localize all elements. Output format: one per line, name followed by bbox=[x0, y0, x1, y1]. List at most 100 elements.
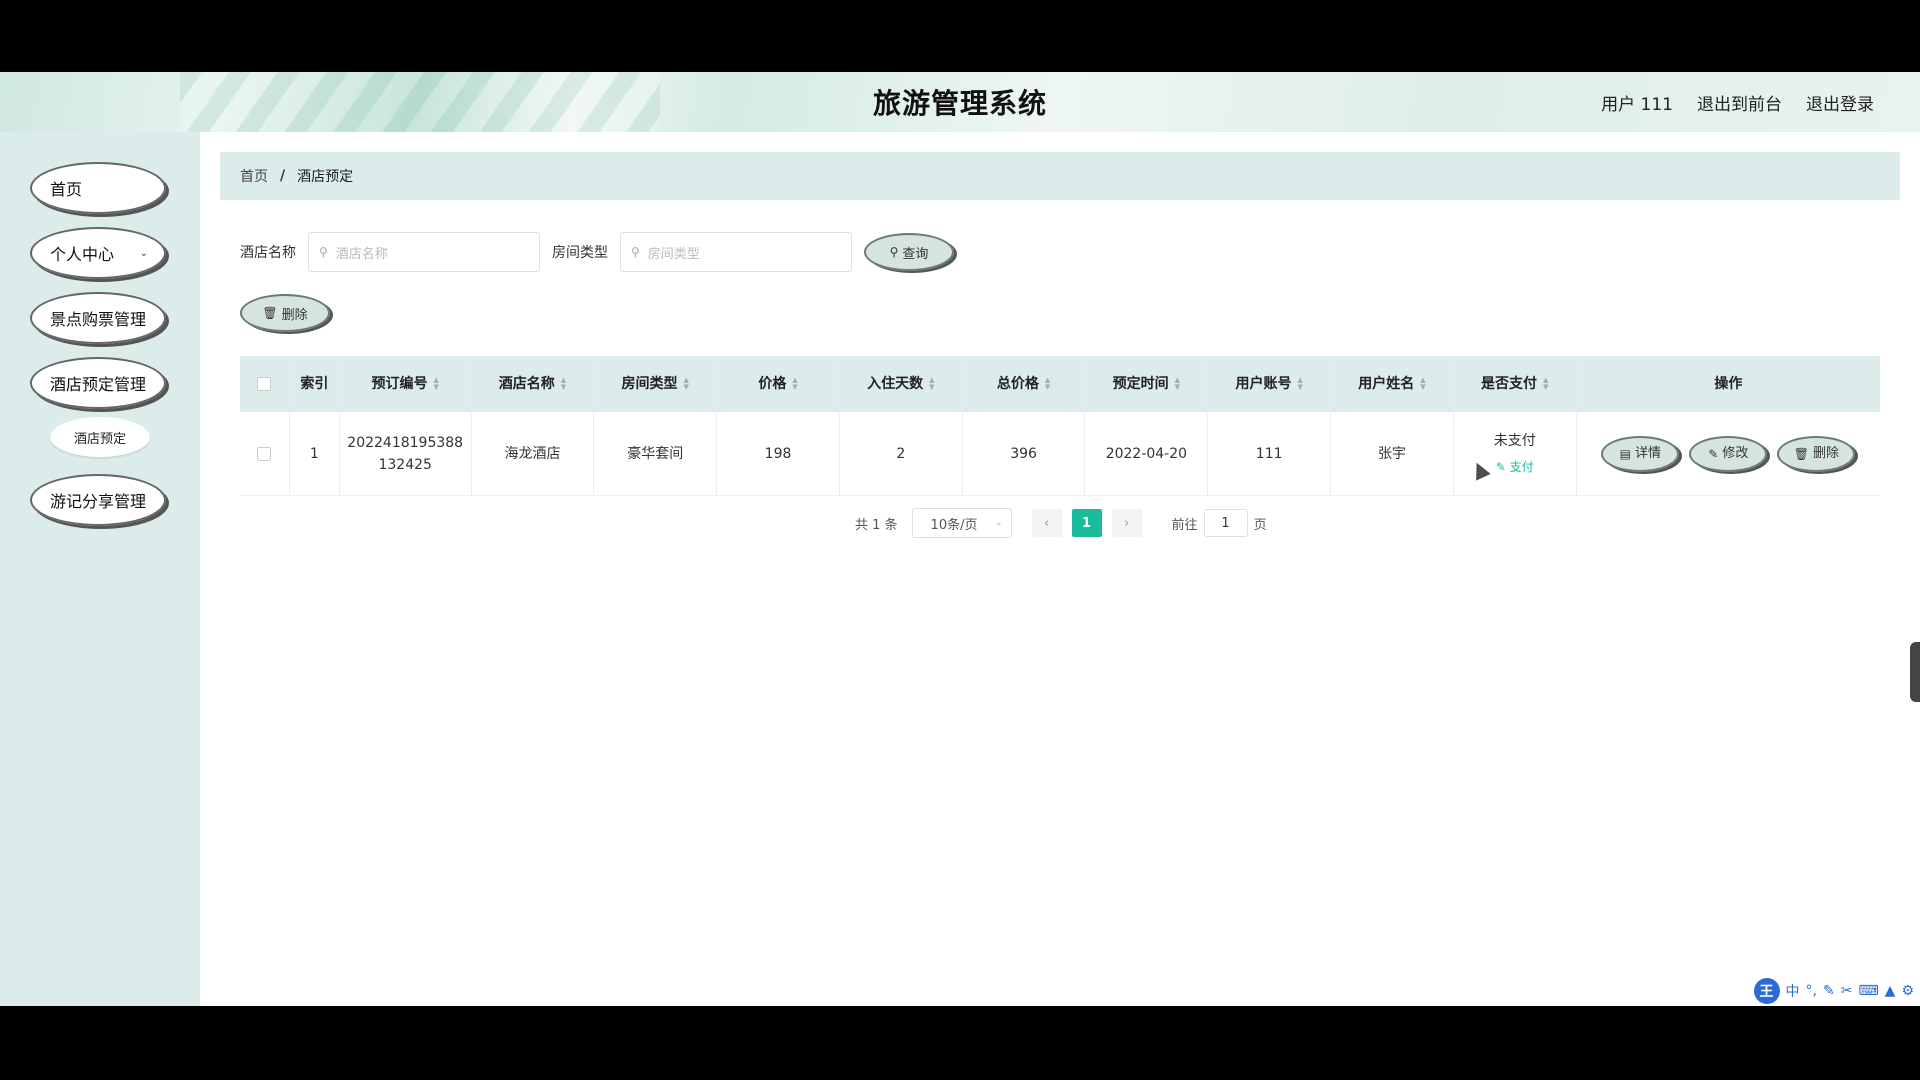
top-header: 旅游管理系统 用户 111 退出到前台 退出登录 bbox=[0, 72, 1920, 132]
sidebar-item-tickets[interactable]: 景点购票管理 bbox=[30, 292, 166, 344]
sidebar-item-label: 景点购票管理 bbox=[50, 310, 147, 329]
paid-status: 未支付 bbox=[1493, 432, 1536, 449]
header-label: 价格 bbox=[758, 376, 787, 392]
gear-icon[interactable]: ⚙ bbox=[1901, 983, 1914, 999]
sort-icon[interactable]: ▲ ▼ bbox=[1420, 377, 1425, 391]
pencil-icon: ✎ bbox=[1708, 446, 1719, 461]
breadcrumb: 首页 / 酒店预定 bbox=[220, 152, 1900, 200]
page-unit-label: 页 bbox=[1253, 517, 1267, 533]
header-label: 索引 bbox=[300, 376, 329, 392]
row-checkbox[interactable] bbox=[257, 446, 272, 461]
sidebar-item-label: 首页 bbox=[50, 180, 83, 199]
row-select bbox=[240, 412, 290, 495]
letterbox-top bbox=[0, 0, 1920, 72]
sort-icon[interactable]: ▲ ▼ bbox=[684, 377, 689, 391]
sidebar-subitem-hotel-booking[interactable]: 酒店预定 bbox=[50, 417, 150, 457]
detail-button[interactable]: ▤ 详情 bbox=[1601, 435, 1680, 472]
query-button[interactable]: ⚲ 查询 bbox=[864, 233, 954, 271]
search-icon: ⚲ bbox=[631, 245, 640, 259]
header-actions: 操作 bbox=[1577, 356, 1880, 412]
header-username[interactable]: 用户姓名 ▲ ▼ bbox=[1331, 356, 1454, 412]
breadcrumb-home[interactable]: 首页 bbox=[240, 166, 268, 186]
search-icon: ⚲ bbox=[889, 245, 899, 259]
sort-icon[interactable]: ▲ ▼ bbox=[929, 377, 934, 391]
header-label: 入住天数 bbox=[867, 376, 924, 392]
row-delete-button[interactable]: 🗑 删除 bbox=[1777, 435, 1856, 472]
document-icon: ▤ bbox=[1619, 446, 1631, 461]
edit-button[interactable]: ✎ 修改 bbox=[1689, 435, 1768, 472]
search-icon: ⚲ bbox=[319, 245, 328, 259]
header-index: 索引 bbox=[290, 356, 340, 412]
row-delete-label: 删除 bbox=[1812, 445, 1839, 461]
prev-page-button[interactable]: ‹ bbox=[1031, 509, 1062, 537]
sort-icon[interactable]: ▲ ▼ bbox=[434, 377, 439, 391]
table-header: 索引 预订编号 ▲ ▼ 酒店名称 ▲ ▼ 房间类型 ▲ ▼ 价格 ▲ ▼ 入住天数 ▲ ▼ 总价格 ▲… bbox=[240, 356, 1880, 412]
sidebar-item-travelogue[interactable]: 游记分享管理 bbox=[30, 474, 166, 526]
punctuation-icon[interactable]: °, bbox=[1806, 983, 1817, 999]
sort-icon[interactable]: ▲ ▼ bbox=[1297, 377, 1302, 391]
header-paid[interactable]: 是否支付 ▲ ▼ bbox=[1454, 356, 1577, 412]
sort-icon[interactable]: ▲ ▼ bbox=[1045, 377, 1050, 391]
header-room[interactable]: 房间类型 ▲ ▼ bbox=[594, 356, 718, 412]
header-actions: 用户 111 退出到前台 退出登录 bbox=[1601, 90, 1874, 115]
sidebar-item-home[interactable]: 首页 bbox=[30, 162, 166, 214]
pen-icon[interactable]: ✎ bbox=[1823, 983, 1835, 999]
sidebar-item-label: 游记分享管理 bbox=[50, 492, 147, 511]
sidebar-item-profile[interactable]: 个人中心 ⌄ bbox=[30, 227, 166, 279]
header-total[interactable]: 总价格 ▲ ▼ bbox=[963, 356, 1086, 412]
ime-logo-icon[interactable]: 王 bbox=[1753, 978, 1780, 1004]
detail-label: 详情 bbox=[1634, 445, 1661, 461]
bulk-delete-button[interactable]: 🗑 删除 bbox=[240, 294, 330, 332]
keyboard-icon[interactable]: ⌨ bbox=[1858, 983, 1878, 999]
chevron-right-icon: › bbox=[1123, 515, 1130, 531]
edit-label: 修改 bbox=[1722, 445, 1749, 461]
sort-icon[interactable]: ▲ ▼ bbox=[1543, 377, 1548, 391]
cell-paid: 未支付 ✎ 支付 bbox=[1454, 412, 1577, 495]
header-account[interactable]: 用户账号 ▲ ▼ bbox=[1208, 356, 1332, 412]
table-row: 1 2022418195388 132425 海龙酒店 豪华套间 198 2 3… bbox=[240, 412, 1880, 496]
next-page-button[interactable]: › bbox=[1111, 509, 1142, 537]
header-hotel[interactable]: 酒店名称 ▲ ▼ bbox=[472, 356, 595, 412]
cell-days: 2 bbox=[840, 412, 963, 495]
goto-page-input[interactable]: 1 bbox=[1203, 509, 1248, 537]
header-date[interactable]: 预定时间 ▲ ▼ bbox=[1085, 356, 1209, 412]
ime-lang-toggle[interactable]: 中 bbox=[1786, 981, 1800, 1001]
header-label: 房间类型 bbox=[621, 376, 678, 392]
goto-label: 前往 bbox=[1171, 517, 1198, 533]
shirt-icon[interactable]: ▲ bbox=[1885, 983, 1896, 999]
hotel-name-placeholder: 酒店名称 bbox=[335, 246, 388, 262]
scissors-icon[interactable]: ✂ bbox=[1841, 983, 1853, 999]
header-select-all bbox=[240, 356, 290, 412]
cell-date: 2022-04-20 bbox=[1085, 412, 1209, 495]
logout-link[interactable]: 退出登录 bbox=[1806, 90, 1874, 115]
header-price[interactable]: 价格 ▲ ▼ bbox=[717, 356, 840, 412]
hotel-name-input[interactable]: ⚲ 酒店名称 bbox=[308, 232, 540, 272]
sidebar-item-label: 酒店预定管理 bbox=[50, 375, 147, 394]
header-label: 预订编号 bbox=[371, 376, 428, 392]
cell-account: 111 bbox=[1208, 412, 1332, 495]
room-type-input[interactable]: ⚲ 房间类型 bbox=[620, 232, 852, 272]
chevron-down-icon: ⌄ bbox=[139, 247, 148, 259]
select-all-checkbox[interactable] bbox=[257, 377, 272, 391]
hotel-name-label: 酒店名称 bbox=[240, 245, 296, 261]
sidebar-item-hotel[interactable]: 酒店预定管理 bbox=[30, 357, 166, 409]
side-drawer-handle[interactable] bbox=[1910, 642, 1920, 702]
sort-icon[interactable]: ▲ ▼ bbox=[792, 377, 797, 391]
page-number-current[interactable]: 1 bbox=[1071, 509, 1102, 537]
to-front-link[interactable]: 退出到前台 bbox=[1697, 90, 1782, 115]
header-label: 操作 bbox=[1714, 376, 1743, 392]
header-order-no[interactable]: 预订编号 ▲ ▼ bbox=[340, 356, 472, 412]
page-size-select[interactable]: 10条/页 ⌄ bbox=[911, 508, 1012, 538]
sort-icon[interactable]: ▲ ▼ bbox=[1175, 377, 1180, 391]
sort-icon[interactable]: ▲ ▼ bbox=[561, 377, 566, 391]
pay-link[interactable]: ✎ 支付 bbox=[1496, 456, 1534, 478]
sidebar: 首页 个人中心 ⌄ 景点购票管理 酒店预定管理 酒店预定 游记分享管理 bbox=[0, 132, 200, 1006]
header-days[interactable]: 入住天数 ▲ ▼ bbox=[840, 356, 963, 412]
cell-room: 豪华套间 bbox=[594, 412, 718, 495]
trash-icon: 🗑 bbox=[1793, 446, 1809, 461]
order-no-line2: 132425 bbox=[378, 456, 432, 473]
pay-link-label: 支付 bbox=[1509, 459, 1534, 474]
total-count: 共 1 条 bbox=[855, 517, 898, 533]
sidebar-item-label: 个人中心 bbox=[50, 245, 115, 264]
query-button-label: 查询 bbox=[902, 246, 929, 262]
